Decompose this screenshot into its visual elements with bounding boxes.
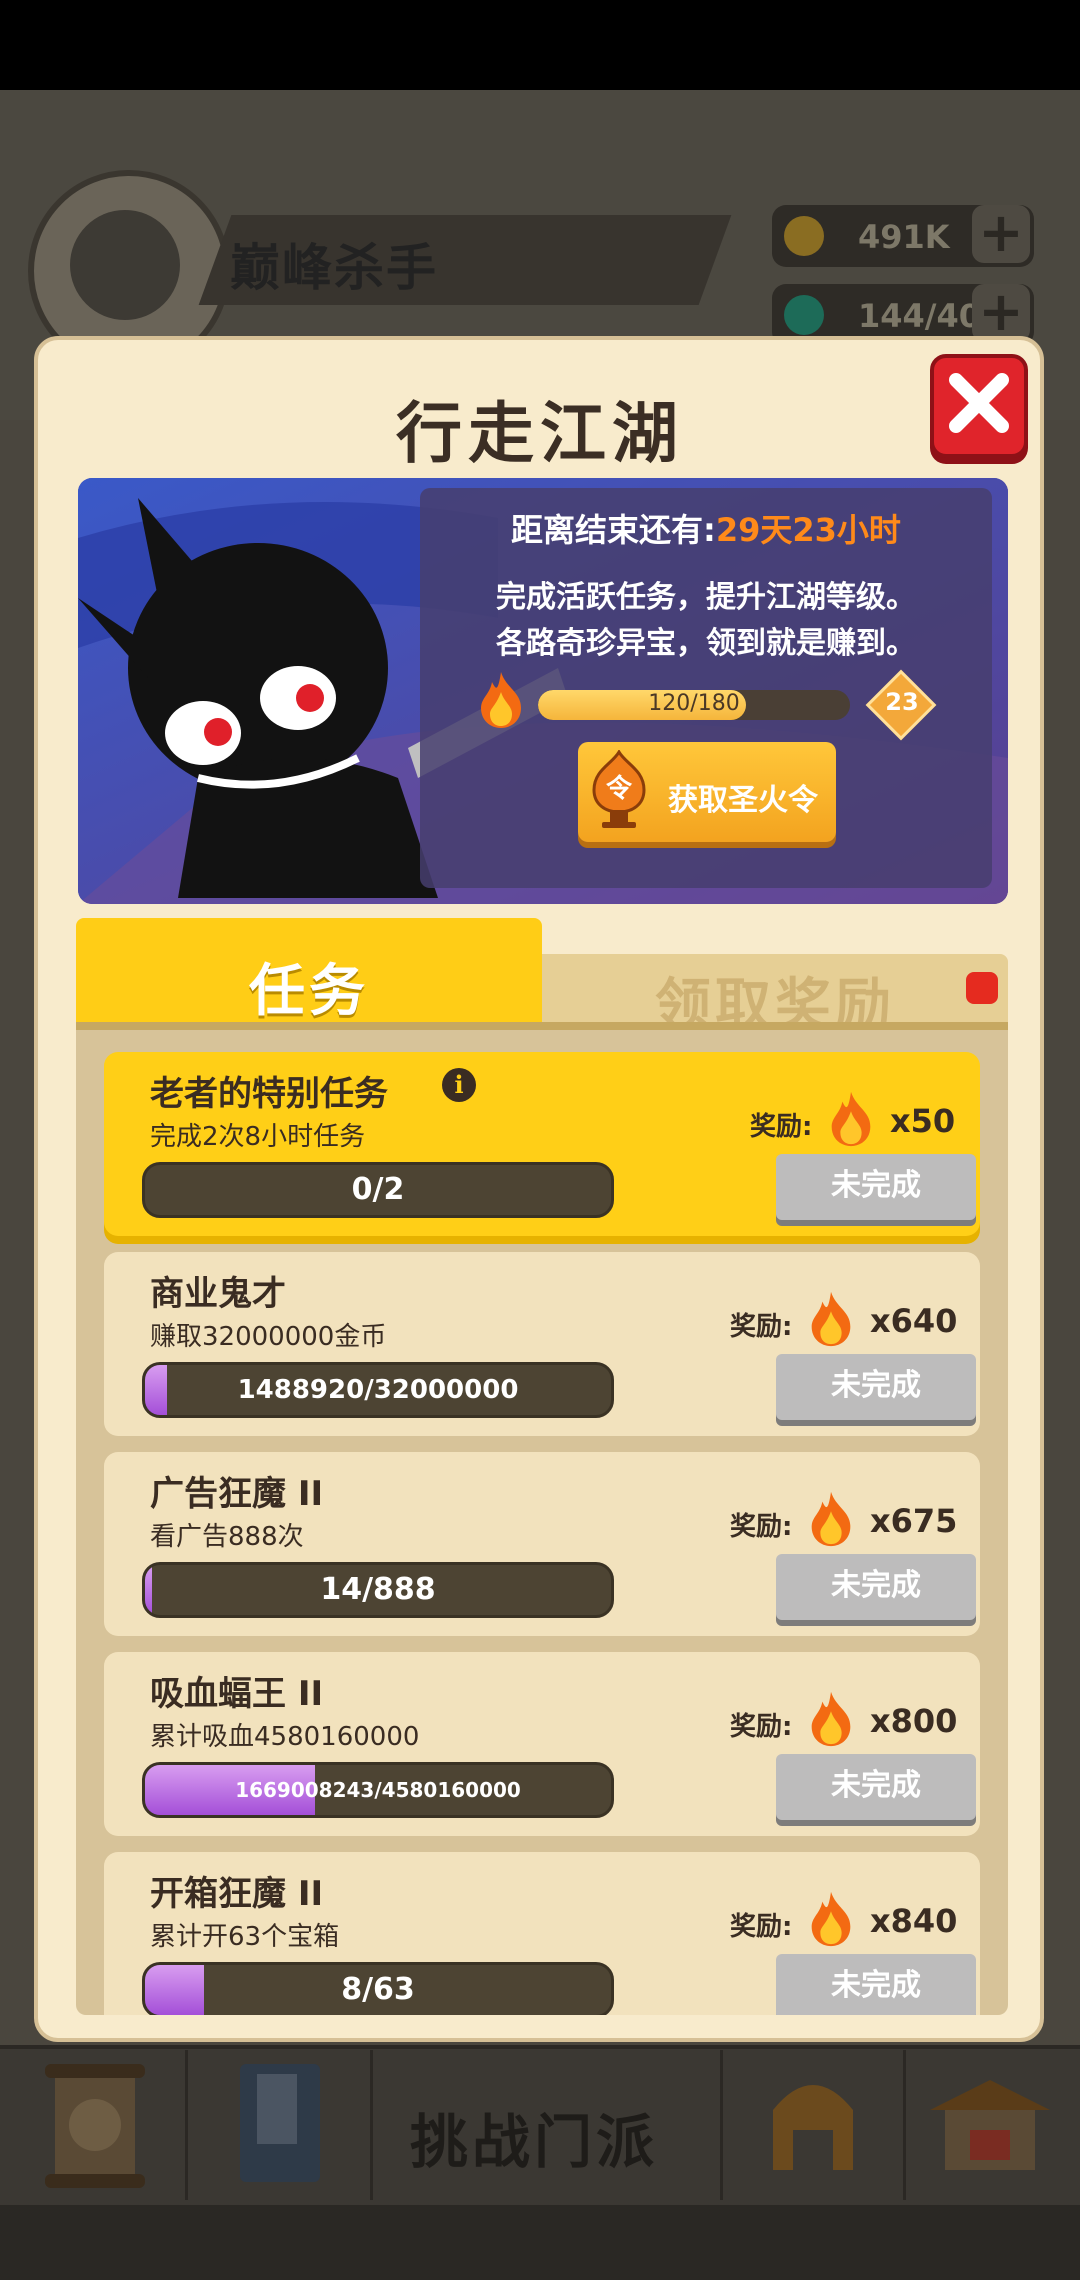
flame-icon (811, 1291, 851, 1347)
countdown-value: 29天23小时 (715, 511, 901, 549)
task-title: 广告狂魔 II (150, 1474, 324, 1514)
close-icon (949, 373, 1009, 433)
task-card: 吸血蝠王 II 累计吸血4580160000 1669008243/458016… (104, 1652, 980, 1836)
reward-amount: x840 (870, 1902, 958, 1940)
incomplete-button[interactable]: 未完成 (776, 1354, 976, 1420)
get-token-label: 获取圣火令 (668, 783, 818, 818)
countdown-label: 距离结束还有: (511, 511, 716, 549)
scroll-icon (45, 2064, 145, 2188)
add-energy-button[interactable]: + (972, 284, 1030, 342)
avatar-face-icon (70, 210, 180, 320)
notification-dot (966, 972, 998, 1004)
task-progress-bar: 8/63 (142, 1962, 614, 2015)
flame-icon (811, 1891, 851, 1947)
task-title: 老者的特别任务 (150, 1074, 388, 1114)
flame-icon (481, 672, 521, 728)
nav-cultivate-button[interactable] (185, 2050, 373, 2200)
task-description: 赚取32000000金币 (150, 1322, 387, 1352)
gold-coin-icon (784, 216, 824, 256)
reward-amount: x800 (870, 1702, 958, 1740)
task-list[interactable]: 老者的特别任务 i 完成2次8小时任务 0/2 奖励: x50 未完成 商业鬼才… (76, 1030, 1008, 2015)
task-description: 看广告888次 (150, 1522, 304, 1552)
task-description: 累计吸血4580160000 (150, 1722, 420, 1752)
task-description: 完成2次8小时任务 (150, 1122, 366, 1152)
task-description: 累计开63个宝箱 (150, 1922, 340, 1952)
incomplete-button[interactable]: 未完成 (776, 1954, 976, 2015)
nav-shop-button[interactable] (900, 2050, 1080, 2200)
modal-title: 行走江湖 (396, 395, 684, 472)
task-card: 开箱狂魔 II 累计开63个宝箱 8/63 奖励: x840 未完成 (104, 1852, 980, 2015)
level-number: 23 (885, 688, 919, 716)
helmet-icon (773, 2085, 853, 2170)
task-progress-text: 1669008243/4580160000 (235, 1778, 521, 1802)
task-card-special: 老者的特别任务 i 完成2次8小时任务 0/2 奖励: x50 未完成 (104, 1052, 980, 1236)
task-progress-text: 8/63 (341, 1972, 415, 2007)
energy-orb-icon (784, 295, 824, 335)
nav-challenge-label[interactable]: 挑战门派 (410, 2095, 658, 2179)
tab-divider (76, 1022, 1008, 1030)
task-progress-text: 14/888 (320, 1572, 436, 1607)
status-bar (0, 0, 1080, 90)
task-title: 吸血蝠王 II (150, 1674, 324, 1714)
task-card: 商业鬼才 赚取32000000金币 1488920/32000000 奖励: x… (104, 1252, 980, 1436)
reward-label: 奖励: (730, 1912, 793, 1942)
countdown-text: 距离结束还有:29天23小时 (420, 505, 992, 551)
flame-icon (811, 1491, 851, 1547)
reward-amount: x640 (870, 1302, 958, 1340)
flame-icon (811, 1691, 851, 1747)
task-progress-bar: 0/2 (142, 1162, 614, 1218)
book-icon (240, 2064, 320, 2182)
incomplete-button[interactable]: 未完成 (776, 1554, 976, 1620)
token-char: 令 (606, 773, 633, 804)
reward-amount: x675 (870, 1502, 958, 1540)
reward-label: 奖励: (730, 1712, 793, 1742)
banner-description: 完成活跃任务，提升江湖等级。 各路奇珍异宝，领到就是赚到。 (420, 575, 992, 667)
task-title: 商业鬼才 (150, 1274, 286, 1314)
shop-icon (930, 2080, 1050, 2170)
level-progress-text: 120/180 (648, 691, 740, 716)
gold-value: 491K (858, 218, 950, 256)
energy-value: 144/40 (858, 297, 982, 335)
reward-label: 奖励: (730, 1512, 793, 1542)
banner-desc-line1: 完成活跃任务，提升江湖等级。 (496, 580, 916, 615)
tab-tasks-label: 任务 (249, 959, 369, 1024)
info-icon[interactable]: i (442, 1068, 476, 1102)
reward-label: 奖励: (750, 1112, 813, 1142)
token-icon: 令 (592, 750, 646, 828)
task-progress-text: 0/2 (351, 1172, 405, 1207)
system-nav-strip (0, 2205, 1080, 2280)
task-progress-text: 1488920/32000000 (237, 1375, 519, 1405)
player-name: 巅峰杀手 (230, 239, 438, 297)
task-progress-bar: 1669008243/4580160000 (142, 1762, 614, 1818)
incomplete-button[interactable]: 未完成 (776, 1754, 976, 1820)
task-card: 广告狂魔 II 看广告888次 14/888 奖励: x675 未完成 (104, 1452, 980, 1636)
banner-desc-line2: 各路奇珍异宝，领到就是赚到。 (496, 626, 916, 661)
nav-tasks-button[interactable] (0, 2050, 188, 2200)
incomplete-button[interactable]: 未完成 (776, 1154, 976, 1220)
reward-label: 奖励: (730, 1312, 793, 1342)
task-progress-bar: 14/888 (142, 1562, 614, 1618)
reward-amount: x50 (890, 1102, 956, 1140)
add-gold-button[interactable]: + (972, 205, 1030, 263)
close-button[interactable] (930, 354, 1028, 458)
flame-icon (831, 1091, 871, 1147)
task-title: 开箱狂魔 II (150, 1874, 324, 1914)
nav-helmet-button[interactable] (720, 2050, 906, 2200)
task-progress-bar: 1488920/32000000 (142, 1362, 614, 1418)
